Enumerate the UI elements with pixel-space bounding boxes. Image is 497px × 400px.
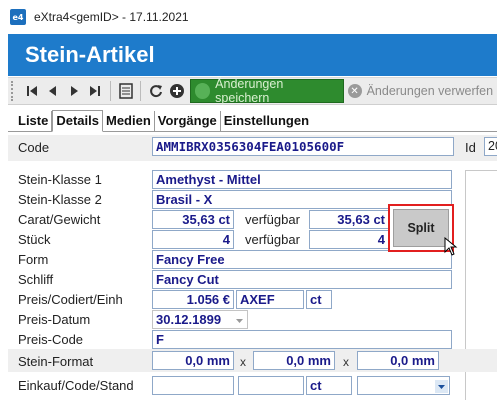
details-form: Code AMMIBRX0356304FEA0105600F Id 20 Ste… xyxy=(8,133,497,400)
tab-liste[interactable]: Liste xyxy=(8,111,53,131)
last-icon[interactable] xyxy=(85,80,106,102)
preis-datum-value: 30.12.1899 xyxy=(156,312,222,327)
save-changes-label: Änderungen speichern xyxy=(215,77,284,105)
stand-dropdown-icon[interactable] xyxy=(435,380,448,393)
klasse1-field[interactable]: Amethyst - Mittel xyxy=(152,170,452,189)
discard-changes-label: Änderungen verwerfen xyxy=(366,84,494,98)
toolbar-grip[interactable] xyxy=(11,81,15,101)
app-icon: e4 xyxy=(10,9,26,25)
tab-vorgaenge[interactable]: Vorgänge xyxy=(155,111,221,131)
id-label: Id xyxy=(465,140,476,155)
save-icon xyxy=(194,83,211,99)
list-icon[interactable] xyxy=(115,80,136,102)
tab-einstellungen[interactable]: Einstellungen xyxy=(221,111,312,131)
schliff-label: Schliff xyxy=(18,272,54,287)
split-button-label: Split xyxy=(407,221,435,235)
tab-bar: Liste Details Medien Vorgänge Einstellun… xyxy=(8,110,497,132)
cancel-icon: ✕ xyxy=(347,84,362,98)
split-button[interactable]: Split xyxy=(393,209,449,247)
toolbar: Änderungen speichern ✕ Änderungen verwer… xyxy=(8,77,497,105)
form-label: Form xyxy=(18,252,49,267)
format-label: Stein-Format xyxy=(18,354,94,369)
window-titlebar: e4 eXtra4<gemID> - 17.11.2021 xyxy=(0,0,497,34)
refresh-icon[interactable] xyxy=(145,80,166,102)
carat-verfuegbar-label: verfügbar xyxy=(245,212,300,227)
format-separator-1: x xyxy=(240,355,246,369)
next-icon[interactable] xyxy=(63,80,84,102)
code-field[interactable]: AMMIBRX0356304FEA0105600F xyxy=(152,137,454,156)
toolbar-separator xyxy=(110,81,111,101)
format-separator-2: x xyxy=(343,355,349,369)
schliff-field[interactable]: Fancy Cut xyxy=(152,270,452,289)
stueck-available-field[interactable]: 4 xyxy=(309,230,389,249)
code-label: Code xyxy=(18,140,50,155)
preis-label: Preis/Codiert/Einh xyxy=(18,292,123,307)
stueck-verfuegbar-label: verfügbar xyxy=(245,232,300,247)
toolbar-separator xyxy=(140,81,142,101)
preis-code-input[interactable]: F xyxy=(152,330,452,349)
preis-code-label: Preis-Code xyxy=(18,332,84,347)
form-field[interactable]: Fancy Free xyxy=(152,250,452,269)
einkauf-code-field[interactable] xyxy=(238,376,304,395)
preis-field[interactable]: 1.056 € xyxy=(152,290,234,309)
preis-unit-field[interactable]: ct xyxy=(306,290,332,309)
tab-medien[interactable]: Medien xyxy=(103,111,155,131)
carat-available-field[interactable]: 35,63 ct xyxy=(309,210,389,229)
tab-details[interactable]: Details xyxy=(52,110,103,132)
date-dropdown-icon[interactable] xyxy=(233,314,246,327)
carat-label: Carat/Gewicht xyxy=(18,212,101,227)
klasse2-label: Stein-Klasse 2 xyxy=(18,192,102,207)
page-title: Stein-Artikel xyxy=(25,42,155,67)
einkauf-unit-field[interactable]: ct xyxy=(306,376,352,395)
id-field[interactable]: 20 xyxy=(484,137,497,156)
stueck-field[interactable]: 4 xyxy=(152,230,234,249)
prev-icon[interactable] xyxy=(42,80,63,102)
first-icon[interactable] xyxy=(21,80,42,102)
einkauf-field[interactable] xyxy=(152,376,234,395)
format-z-field[interactable]: 0,0 mm xyxy=(357,351,439,370)
stueck-label: Stück xyxy=(18,232,51,247)
preis-code-field[interactable]: AXEF xyxy=(236,290,304,309)
page-header: Stein-Artikel xyxy=(8,34,497,76)
format-x-field[interactable]: 0,0 mm xyxy=(152,351,234,370)
preis-datum-label: Preis-Datum xyxy=(18,312,91,327)
einkauf-label: Einkauf/Code/Stand xyxy=(18,378,134,393)
klasse1-label: Stein-Klasse 1 xyxy=(18,172,102,187)
window-title: eXtra4<gemID> - 17.11.2021 xyxy=(34,10,189,24)
mouse-cursor-icon xyxy=(444,237,458,256)
discard-changes-button[interactable]: ✕ Änderungen verwerfen xyxy=(344,79,497,103)
save-changes-button[interactable]: Änderungen speichern xyxy=(189,77,344,105)
add-icon[interactable] xyxy=(166,80,187,102)
carat-field[interactable]: 35,63 ct xyxy=(152,210,234,229)
format-y-field[interactable]: 0,0 mm xyxy=(253,351,335,370)
